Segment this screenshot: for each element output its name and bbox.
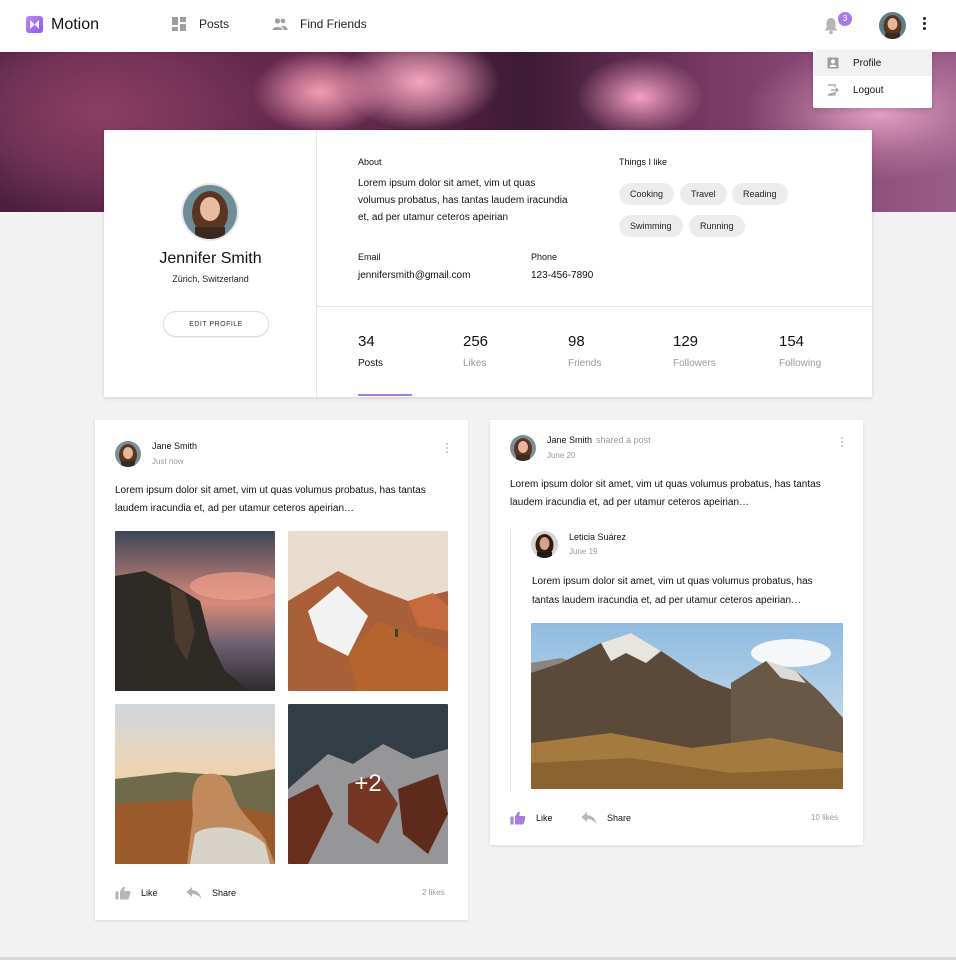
like-button[interactable]: Like bbox=[510, 811, 553, 825]
about-text: Lorem ipsum dolor sit amet, vim ut quas … bbox=[358, 178, 568, 223]
email-label: Email bbox=[358, 252, 381, 262]
post-text-line: laudem iracundia et, ad per utamur ceter… bbox=[115, 503, 355, 514]
profile-summary: Jennifer Smith Zürich, Switzerland EDIT … bbox=[104, 130, 317, 397]
email-value: jennifersmith@gmail.com bbox=[358, 270, 471, 281]
stat-tab-posts[interactable]: Posts bbox=[358, 358, 383, 369]
shared-post-border bbox=[510, 530, 511, 792]
likes-count: 2 likes bbox=[422, 888, 445, 897]
stat-tab-friends[interactable]: Friends bbox=[568, 358, 601, 369]
logout-icon bbox=[827, 84, 839, 96]
shared-author-name[interactable]: Leticia Suárez bbox=[569, 532, 626, 542]
person-icon bbox=[827, 57, 839, 69]
profile-name: Jennifer Smith bbox=[159, 250, 262, 267]
menu-item-logout[interactable]: Logout bbox=[813, 77, 932, 103]
things-i-like-label: Things I like bbox=[619, 157, 668, 167]
menu-item-profile-label: Profile bbox=[853, 57, 882, 69]
stat-friends-count: 98 bbox=[568, 333, 585, 350]
post-photo-snowy-ridge[interactable] bbox=[288, 531, 448, 691]
profile-avatar bbox=[183, 185, 237, 239]
post-author-avatar[interactable] bbox=[510, 435, 536, 461]
people-icon bbox=[272, 18, 288, 30]
stat-tab-followers[interactable]: Followers bbox=[673, 358, 716, 369]
menu-item-profile[interactable]: Profile bbox=[813, 50, 932, 76]
post-author-name[interactable]: Jane Smith shared a post bbox=[547, 435, 651, 445]
interest-chip[interactable]: Running bbox=[689, 215, 745, 237]
post-author-name[interactable]: Jane Smith bbox=[152, 441, 197, 451]
app-name[interactable]: Motion bbox=[51, 16, 99, 34]
post-action-text: shared a post bbox=[596, 435, 651, 445]
post-date: June 20 bbox=[547, 451, 576, 460]
nav-find-friends[interactable]: Find Friends bbox=[272, 16, 367, 32]
phone-value: 123-456-7890 bbox=[531, 270, 594, 281]
user-dropdown-menu: Profile Logout bbox=[813, 50, 932, 108]
post-more-icon[interactable] bbox=[840, 437, 844, 449]
stat-likes-count: 256 bbox=[463, 333, 489, 350]
stat-posts-count: 34 bbox=[358, 333, 375, 350]
likes-count: 10 likes bbox=[811, 813, 839, 822]
like-button[interactable]: Like bbox=[115, 886, 158, 900]
active-tab-indicator bbox=[358, 394, 412, 396]
profile-location: Zürich, Switzerland bbox=[172, 274, 249, 284]
shared-post-text-line: Lorem ipsum dolor sit amet, vim ut quas … bbox=[532, 576, 813, 587]
post-photo-cliff[interactable] bbox=[115, 531, 275, 691]
shared-author-avatar[interactable] bbox=[531, 531, 558, 558]
notification-badge: 3 bbox=[838, 12, 852, 26]
thumb-up-icon bbox=[510, 811, 526, 825]
motion-logo-icon[interactable] bbox=[26, 16, 43, 33]
post-text-line: laudem iracundia et, ad per utamur ceter… bbox=[510, 497, 750, 508]
reply-icon bbox=[186, 887, 202, 899]
interest-chip[interactable]: Reading bbox=[732, 183, 788, 205]
post-card: Jane Smith shared a post June 20 Lorem ip… bbox=[490, 420, 863, 845]
stat-tab-following[interactable]: Following bbox=[779, 358, 821, 369]
more-menu-icon[interactable] bbox=[920, 17, 928, 33]
interest-chip[interactable]: Travel bbox=[680, 183, 727, 205]
nav-posts[interactable]: Posts bbox=[171, 16, 229, 32]
post-text-line: Lorem ipsum dolor sit amet, vim ut quas … bbox=[510, 479, 821, 490]
more-photos-count: +2 bbox=[288, 704, 448, 864]
post-author-name-text: Jane Smith bbox=[547, 435, 593, 445]
interest-chip[interactable]: Swimming bbox=[619, 215, 683, 237]
stat-following-count: 154 bbox=[779, 333, 805, 350]
like-label: Like bbox=[141, 888, 158, 898]
share-label: Share bbox=[212, 888, 237, 898]
dashboard-icon bbox=[172, 17, 186, 31]
reply-icon bbox=[581, 812, 597, 824]
bell-icon[interactable] bbox=[823, 17, 839, 35]
phone-label: Phone bbox=[531, 252, 558, 262]
like-label: Like bbox=[536, 813, 553, 823]
post-card: Jane Smith Just now Lorem ipsum dolor si… bbox=[95, 420, 468, 920]
post-more-icon[interactable] bbox=[445, 443, 449, 455]
post-date: Just now bbox=[152, 457, 184, 466]
post-author-avatar[interactable] bbox=[115, 441, 141, 467]
shared-post-photo-mountains[interactable] bbox=[531, 623, 843, 789]
shared-post-date: June 19 bbox=[569, 547, 598, 556]
divider bbox=[317, 306, 872, 307]
share-button[interactable]: Share bbox=[186, 886, 236, 900]
share-label: Share bbox=[607, 813, 632, 823]
top-navbar: Motion Posts Find Friends 3 bbox=[0, 0, 956, 52]
profile-card: Jennifer Smith Zürich, Switzerland EDIT … bbox=[104, 130, 872, 397]
share-button[interactable]: Share bbox=[581, 811, 631, 825]
post-author-name-text: Jane Smith bbox=[152, 441, 198, 451]
about-label: About bbox=[358, 157, 382, 167]
user-avatar[interactable] bbox=[879, 12, 906, 39]
stat-followers-count: 129 bbox=[673, 333, 699, 350]
interest-chip[interactable]: Cooking bbox=[619, 183, 675, 205]
shared-author-name-text: Leticia Suárez bbox=[569, 532, 627, 542]
post-photo-more[interactable]: +2 bbox=[288, 704, 448, 864]
shared-post-text-line: tantas laudem iracundia et, ad per utamu… bbox=[532, 595, 802, 606]
stat-tab-likes[interactable]: Likes bbox=[463, 358, 486, 369]
post-text-line: Lorem ipsum dolor sit amet, vim ut quas … bbox=[115, 485, 426, 496]
nav-posts-label: Posts bbox=[199, 17, 230, 31]
thumb-up-icon bbox=[115, 886, 131, 900]
post-photo-woman-hills[interactable] bbox=[115, 704, 275, 864]
menu-item-logout-label: Logout bbox=[853, 84, 884, 96]
edit-profile-button[interactable]: EDIT PROFILE bbox=[163, 311, 269, 337]
nav-find-friends-label: Find Friends bbox=[300, 17, 367, 31]
